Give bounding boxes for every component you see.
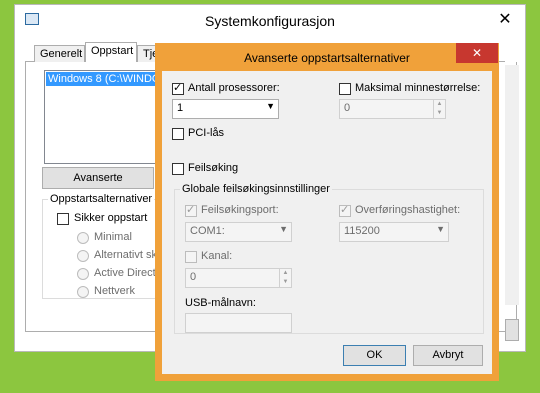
dialog-body: Antall prosessorer: 1 ▼ Maksimal minnest… bbox=[162, 71, 492, 374]
debug-checkbox[interactable] bbox=[172, 163, 184, 175]
debug-port-value: COM1: bbox=[190, 225, 225, 237]
radio-minimal-label: Minimal bbox=[94, 231, 132, 243]
baud-rate-select[interactable]: 115200 ▼ bbox=[339, 222, 449, 242]
pci-lock-label: PCI-lås bbox=[188, 127, 225, 139]
side-button[interactable] bbox=[505, 319, 519, 341]
chevron-down-icon: ▼ bbox=[266, 101, 275, 111]
num-processors-value: 1 bbox=[177, 102, 184, 114]
safe-boot-checkbox[interactable] bbox=[57, 213, 69, 225]
chevron-down-icon: ▼ bbox=[279, 224, 288, 234]
debug-label: Feilsøking bbox=[188, 162, 239, 174]
channel-spinner[interactable]: 0 ▲ ▼ bbox=[185, 268, 292, 288]
num-processors-label: Antall prosessorer: bbox=[188, 82, 280, 94]
dialog-title: Avanserte oppstartsalternativer bbox=[244, 51, 410, 65]
close-icon[interactable]: ✕ bbox=[456, 43, 498, 63]
advanced-boot-options-dialog: Avanserte oppstartsalternativer ✕ Antall… bbox=[155, 43, 499, 381]
pci-lock-checkbox[interactable] bbox=[172, 128, 184, 140]
scrollbar[interactable] bbox=[505, 65, 519, 305]
ok-button[interactable]: OK bbox=[343, 345, 406, 366]
num-processors-checkbox[interactable] bbox=[172, 81, 184, 95]
radio-network-label: Nettverk bbox=[94, 285, 135, 297]
max-memory-label: Maksimal minnestørrelse: bbox=[355, 82, 481, 94]
cancel-button[interactable]: Avbryt bbox=[413, 345, 483, 366]
max-memory-spinner[interactable]: 0 ▲ ▼ bbox=[339, 99, 446, 119]
tab-oppstart[interactable]: Oppstart bbox=[85, 42, 137, 63]
baud-rate-checkbox[interactable] bbox=[339, 203, 351, 217]
channel-label: Kanal: bbox=[201, 250, 233, 262]
global-debug-settings-group: Globale feilsøkingsinnstillinger Feilsøk… bbox=[174, 183, 484, 334]
close-icon[interactable]: ✕ bbox=[493, 12, 517, 28]
max-memory-value: 0 bbox=[344, 102, 351, 114]
max-memory-checkbox[interactable] bbox=[339, 83, 351, 95]
window-title: Systemkonfigurasjon bbox=[205, 13, 335, 29]
title-bar[interactable]: Systemkonfigurasjon ✕ bbox=[15, 5, 525, 35]
channel-checkbox[interactable] bbox=[185, 251, 197, 263]
num-processors-select[interactable]: 1 ▼ bbox=[172, 99, 279, 119]
baud-rate-value: 115200 bbox=[344, 225, 380, 237]
usb-target-label: USB-målnavn: bbox=[185, 297, 256, 309]
spinner-arrows-icon[interactable]: ▲ ▼ bbox=[433, 100, 445, 118]
debug-port-select[interactable]: COM1: ▼ bbox=[185, 222, 292, 242]
radio-network[interactable] bbox=[77, 286, 89, 298]
tab-generelt[interactable]: Generelt bbox=[34, 45, 85, 62]
baud-rate-label: Overføringshastighet: bbox=[355, 204, 461, 216]
group-label: Oppstartsalternativer bbox=[48, 193, 155, 205]
advanced-options-button[interactable]: Avanserte alternativer... bbox=[42, 167, 154, 204]
safe-boot-label: Sikker oppstart bbox=[74, 212, 148, 224]
spinner-arrows-icon[interactable]: ▲ ▼ bbox=[279, 269, 291, 287]
channel-value: 0 bbox=[190, 271, 197, 283]
chevron-down-icon: ▼ bbox=[436, 224, 445, 234]
group-label: Globale feilsøkingsinnstillinger bbox=[180, 183, 332, 195]
debug-port-label: Feilsøkingsport: bbox=[201, 204, 279, 216]
radio-alternate-shell[interactable] bbox=[77, 250, 89, 262]
usb-target-input[interactable] bbox=[185, 313, 292, 333]
radio-active-directory[interactable] bbox=[77, 268, 89, 280]
radio-minimal[interactable] bbox=[77, 232, 89, 244]
debug-port-checkbox[interactable] bbox=[185, 203, 197, 217]
